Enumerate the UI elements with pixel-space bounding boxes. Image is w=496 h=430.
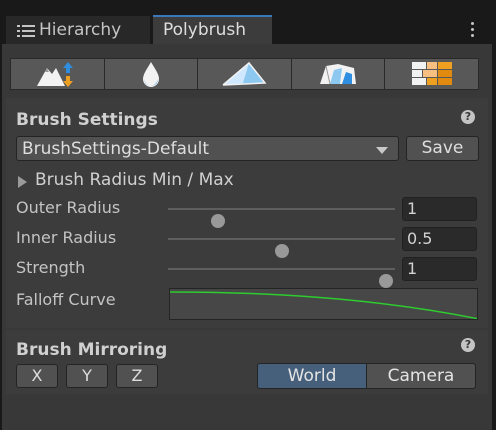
brush-mirroring-section: Brush Mirroring ? X Y Z World Camera bbox=[6, 330, 488, 394]
strength-input[interactable]: 1 bbox=[402, 257, 477, 281]
foldout-arrow-icon bbox=[18, 176, 27, 188]
list-icon bbox=[17, 25, 35, 37]
water-drop-icon bbox=[142, 62, 159, 87]
sculpt-mode-button[interactable] bbox=[10, 58, 105, 90]
tab-hierarchy-label: Hierarchy bbox=[39, 20, 122, 40]
tab-hierarchy[interactable]: Hierarchy bbox=[6, 15, 150, 44]
falloff-curve-row: Falloff Curve bbox=[16, 288, 482, 320]
mirror-z-button[interactable]: Z bbox=[116, 364, 158, 388]
chevron-down-icon bbox=[376, 147, 388, 154]
brush-settings-section: Brush Settings ? BrushSettings-Default S… bbox=[6, 98, 488, 328]
world-space-button[interactable]: World bbox=[257, 363, 367, 389]
texture-mode-button[interactable] bbox=[384, 58, 479, 90]
brush-preset-value: BrushSettings-Default bbox=[22, 139, 210, 159]
brush-settings-title: Brush Settings bbox=[16, 110, 158, 130]
strength-label: Strength bbox=[16, 258, 86, 277]
help-icon[interactable]: ? bbox=[461, 338, 475, 352]
brush-mirroring-title: Brush Mirroring bbox=[16, 340, 168, 360]
brush-radius-foldout-label: Brush Radius Min / Max bbox=[35, 170, 234, 190]
mirror-space-toggle: World Camera bbox=[257, 363, 476, 389]
falloff-curve-graph bbox=[170, 291, 477, 319]
scatter-mode-button[interactable] bbox=[290, 58, 386, 90]
strength-slider[interactable] bbox=[168, 268, 395, 288]
inner-radius-label: Inner Radius bbox=[16, 228, 117, 247]
crystal-mesh-icon bbox=[320, 64, 357, 85]
triangle-mesh-icon bbox=[222, 61, 267, 86]
paint-mode-button[interactable] bbox=[197, 58, 292, 90]
help-icon[interactable]: ? bbox=[461, 110, 475, 124]
mirror-y-button[interactable]: Y bbox=[66, 364, 108, 388]
falloff-curve-label: Falloff Curve bbox=[16, 290, 116, 309]
texture-blocks-icon bbox=[411, 62, 452, 85]
inner-radius-input[interactable]: 0.5 bbox=[402, 227, 477, 251]
outer-radius-slider[interactable] bbox=[168, 208, 395, 228]
brush-preset-dropdown[interactable]: BrushSettings-Default bbox=[16, 136, 399, 161]
inner-radius-row: Inner Radius 0.5 bbox=[16, 226, 482, 258]
outer-radius-row: Outer Radius 1 bbox=[16, 196, 482, 228]
strength-row: Strength 1 bbox=[16, 256, 482, 288]
tab-bar: Hierarchy Polybrush bbox=[0, 0, 496, 44]
more-options-icon[interactable] bbox=[469, 22, 475, 38]
tab-polybrush-label: Polybrush bbox=[163, 20, 247, 40]
mirror-x-button[interactable]: X bbox=[16, 364, 58, 388]
smooth-mode-button[interactable] bbox=[103, 58, 199, 90]
inner-radius-slider[interactable] bbox=[168, 238, 395, 258]
mountain-raise-icon bbox=[37, 62, 74, 87]
outer-radius-input[interactable]: 1 bbox=[402, 197, 477, 221]
tab-polybrush[interactable]: Polybrush bbox=[153, 15, 272, 44]
save-button[interactable]: Save bbox=[406, 136, 479, 161]
camera-space-button[interactable]: Camera bbox=[366, 363, 476, 389]
polybrush-panel: Brush Settings ? BrushSettings-Default S… bbox=[2, 44, 492, 430]
mode-toolbar bbox=[10, 58, 483, 90]
strength-slider-thumb[interactable] bbox=[378, 274, 393, 288]
falloff-curve-field[interactable] bbox=[169, 288, 478, 320]
outer-radius-label: Outer Radius bbox=[16, 198, 121, 217]
